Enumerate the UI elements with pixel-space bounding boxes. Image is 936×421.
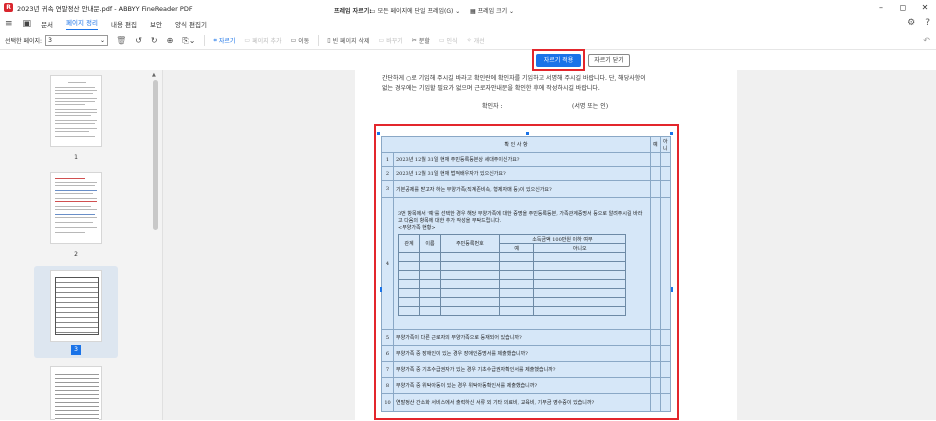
add-page-button[interactable]: ▭ 페이지 추가 — [244, 36, 281, 45]
maximize-button[interactable]: ◻ — [892, 0, 914, 15]
page-toolbar: 선택한 페이지: 3 ⌄ 🗑 ↺ ↻ ⊕ ⎘⌄ ⌗ 자르기 ▭ 페이지 추가 ▭ 이동… — [0, 32, 936, 50]
blank-page-icon: ▯ — [327, 37, 331, 44]
intro-line-2: 없는 경우에는 기입할 필요가 없으며 근로자안내문을 확인한 후에 작성하시길… — [382, 85, 600, 92]
settings-icon[interactable]: ⚙ — [907, 18, 915, 28]
scrollbar-thumb[interactable] — [153, 80, 158, 230]
improve-button[interactable]: ✧ 개선 — [467, 36, 485, 45]
frame-size-option[interactable]: ▦ 프레임 크기 ⌄ — [470, 6, 514, 15]
move-icon: ▭ — [290, 37, 297, 44]
move-button[interactable]: ▭ 이동 — [291, 36, 310, 45]
menu-organize-pages[interactable]: 페이지 정리 — [66, 17, 98, 30]
selected-pages-label: 선택한 페이지: — [5, 38, 43, 45]
chevron-down-icon: ⌄ — [100, 37, 106, 44]
delete-icon[interactable]: 🗑 — [116, 36, 126, 45]
rotate-left-icon[interactable]: ↺ — [135, 36, 142, 45]
crop-icon: ⌗ — [213, 36, 217, 44]
insert-page-icon[interactable]: ⎘⌄ — [182, 36, 195, 46]
toolbar-divider — [204, 35, 206, 46]
page-thumbnail-4[interactable] — [50, 366, 102, 421]
signature-label: (서명 또는 인) — [572, 103, 609, 110]
recognize-button[interactable]: ▭ 인식 — [439, 36, 458, 45]
page-thumbnail-2[interactable] — [50, 172, 102, 244]
menu-edit-content[interactable]: 내용 편집 — [111, 19, 137, 29]
thumbnail-label-1: 1 — [74, 154, 78, 161]
hamburger-menu-icon[interactable]: ≡ — [5, 19, 13, 29]
crop-handle-top[interactable] — [526, 132, 529, 135]
apply-crop-button[interactable]: 자르기 적용 — [536, 54, 581, 67]
crop-frame-label: 프레임 자르기: — [334, 8, 372, 15]
page-icon: ▭ — [244, 37, 251, 44]
confirmer-label: 확인자 : — [482, 103, 503, 110]
replace-icon: ▭ — [378, 37, 385, 44]
thumbnail-label-3: 3 — [71, 345, 81, 355]
frame-size-icon: ▦ — [470, 8, 478, 15]
crop-handle-top-left[interactable] — [377, 132, 380, 135]
crop-handle-right[interactable] — [671, 287, 673, 292]
crop-button[interactable]: ⌗ 자르기 — [213, 36, 235, 46]
page-thumbnail-3[interactable] — [50, 270, 102, 342]
window-title: 2023년 귀속 연말정산 안내문.pdf - ABBYY FineReader… — [17, 4, 193, 13]
crop-handle-left[interactable] — [380, 287, 382, 292]
intro-line-1: 간단하게 ○로 기입해 주시길 바라고 확인란에 확인자를 기입하고 서명해 주… — [382, 75, 646, 82]
help-icon[interactable]: ? — [925, 18, 930, 28]
menu-document[interactable]: 문서 — [41, 19, 53, 29]
single-frame-option[interactable]: ▭ 모든 페이지에 단일 프레임(G) ⌄ — [370, 6, 460, 15]
frame-icon: ▭ — [370, 8, 378, 15]
close-crop-button[interactable]: 자르기 닫기 — [588, 54, 630, 67]
rotate-right-icon[interactable]: ↻ — [151, 36, 158, 45]
scroll-up-icon[interactable]: ▲ — [152, 72, 156, 78]
save-icon[interactable]: ▣ — [23, 19, 32, 29]
scissors-icon: ✂ — [411, 37, 417, 44]
app-icon: R — [4, 3, 13, 12]
menu-bar: ≡ ▣ 문서 페이지 정리 내용 편집 보안 양식 편집기 ⚙ ? — [0, 15, 936, 32]
crop-handle-top-right[interactable] — [670, 132, 673, 135]
menu-security[interactable]: 보안 — [150, 19, 162, 29]
selected-pages-input[interactable]: 3 ⌄ — [45, 35, 109, 46]
thumbnail-label-2: 2 — [74, 251, 78, 258]
title-bar: R 2023년 귀속 연말정산 안내문.pdf - ABBYY FineRead… — [0, 0, 936, 15]
split-button[interactable]: ✂ 분할 — [412, 36, 430, 45]
view-icon[interactable]: ⊕ — [167, 36, 174, 45]
menu-form-editor[interactable]: 양식 편집기 — [175, 19, 207, 29]
minimize-button[interactable]: – — [870, 0, 892, 15]
recognize-icon: ▭ — [438, 37, 445, 44]
delete-blank-pages-button[interactable]: ▯ 빈 페이지 삭제 — [327, 36, 369, 45]
close-window-button[interactable]: ✕ — [914, 0, 936, 15]
wand-icon: ✧ — [466, 37, 472, 44]
toolbar-divider — [318, 35, 320, 46]
page-thumbnail-1[interactable] — [50, 75, 102, 147]
replace-button[interactable]: ▭ 바꾸기 — [379, 36, 403, 45]
undo-icon[interactable]: ↶ — [923, 36, 930, 45]
crop-frame-highlight — [374, 124, 679, 420]
